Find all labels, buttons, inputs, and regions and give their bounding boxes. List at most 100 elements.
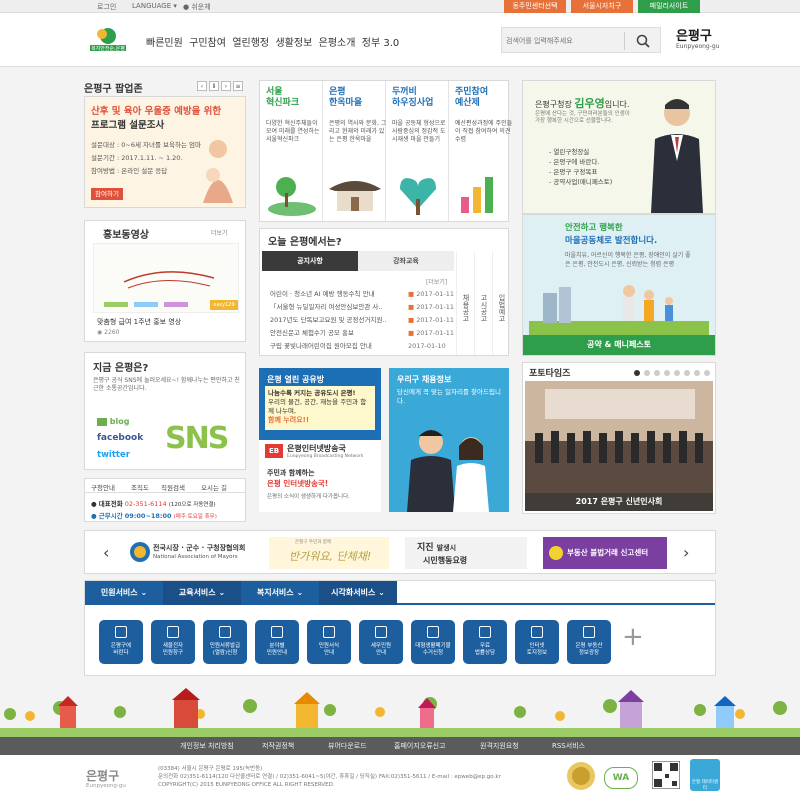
footer-report-link[interactable]: 홈페이지오류신고: [394, 741, 446, 751]
tab-notice[interactable]: 공지사항: [262, 251, 358, 271]
banner-prev-icon[interactable]: ‹: [103, 543, 109, 562]
tab-directions[interactable]: 오시는 길: [201, 482, 227, 492]
tab-lecture[interactable]: 강좌교육: [358, 251, 454, 271]
notice-date: 2017-01-10: [408, 342, 446, 350]
footer-viewer-link[interactable]: 뷰어다운로드: [328, 741, 367, 751]
banner-earthquake[interactable]: 지진 발생시 시민행동요령: [405, 537, 527, 569]
popup-line2: 설문기간 : 2017.1.11. ~ 1.20.: [91, 154, 183, 162]
tab-org-chart[interactable]: 조직도: [131, 482, 149, 492]
service-waste-button[interactable]: 대형생활폐기물 수거신청: [411, 620, 455, 664]
quick-tile-innovation-park[interactable]: 서울 혁신파크 다양한 혁신주체들이 모여 미래를 연성하는 서울혁신파크: [260, 81, 323, 221]
notice-title: 어린이 · 청소년 AI 예방 행동수칙 안내: [270, 290, 375, 298]
quick-tile-participatory-budget[interactable]: 주민참여 예산제 예산편성과정에 주민들이 직접 참여하여 의견수렴: [449, 81, 512, 221]
banner-realestate[interactable]: 부동산 불법거래 신고센터: [543, 537, 667, 569]
seoul-district-button[interactable]: 서울시자치구: [571, 0, 633, 13]
list-icon[interactable]: ≡: [233, 81, 243, 91]
tab-civil-service[interactable]: 민원서비스 ⌄: [85, 581, 163, 605]
promo-video-thumb[interactable]: easy129: [93, 243, 239, 313]
prev-arrow-icon[interactable]: ‹: [197, 81, 207, 91]
popup-banner[interactable]: 산후 및 육아 우울증 예방을 위한 프로그램 설문조사 설문대상 : 0~6세…: [84, 96, 246, 208]
service-document-button[interactable]: 민원서류발급 (열람)신청: [203, 620, 247, 664]
photo-pager[interactable]: [633, 369, 711, 379]
mayor-menu-item[interactable]: - 열린구청장실: [549, 147, 612, 157]
footer-remote-link[interactable]: 원격지원요청: [480, 741, 519, 751]
footer-privacy-link[interactable]: 개인정보 처리방침: [180, 741, 234, 751]
side-tab-notices[interactable]: 고시공고: [474, 251, 492, 355]
banner-mayors[interactable]: 전국시장 · 군수 · 구청장협의회 National Association …: [129, 539, 249, 567]
service-realestate-button[interactable]: 은평 부동산 정보광장: [567, 620, 611, 664]
main-nav[interactable]: 빠른민원 구민참여 열린행정 생활정보 은평소개 정부 3.0: [146, 34, 399, 49]
footer-copyright-link[interactable]: 저작권정책: [262, 741, 294, 751]
tab-staff-search[interactable]: 직원검색: [161, 482, 185, 492]
tab-education-service[interactable]: 교육서비스 ⌄: [163, 581, 241, 605]
service-wish-button[interactable]: 은평구에 바란다: [99, 620, 143, 664]
list-item[interactable]: 2017년도 단독보고요원 및 공정선거지원.. ■ 2017-01-11: [270, 315, 462, 326]
easy-font-link[interactable]: ● 쉬운체: [183, 2, 211, 12]
service-legal-button[interactable]: 무료 법률상담: [463, 620, 507, 664]
tab-office-info[interactable]: 구청안내: [91, 482, 115, 492]
banner-quake-title: 지진 발생시: [417, 540, 456, 553]
footer-rss-link[interactable]: RSS서비스: [552, 741, 585, 751]
share-text3: 함께 누려요!!: [268, 416, 310, 424]
manifesto-bar[interactable]: 공약 & 매니페스토: [523, 335, 715, 355]
twitter-link[interactable]: twitter: [97, 450, 130, 460]
safety-banner[interactable]: 안전하고 행복한 마을공동체로 발전합니다. 마을치유, 어르신이 행복한 은평…: [522, 214, 716, 356]
town-decoration-icon: [0, 688, 800, 737]
next-arrow-icon[interactable]: ›: [221, 81, 231, 91]
quick-tile-toad-housing[interactable]: 두꺼비 하우징사업 마을 공동체 형성으로 사람중심의 정감적 도시재생 마을 …: [386, 81, 449, 221]
facebook-link[interactable]: facebook: [97, 433, 143, 443]
participate-button[interactable]: 참여하기: [91, 188, 123, 200]
promo-video-more[interactable]: 더보기: [211, 228, 228, 237]
list-item[interactable]: 구립 꽃빛나래어린이집 원아모집 안내 2017-01-10: [270, 341, 462, 352]
mayor-box[interactable]: 은평구청장 김우영입니다. 은평에 산다는 것, 구민여러분들의 인생이 가장 …: [522, 80, 716, 214]
banner-quake-c: 시민행동요령: [423, 556, 468, 565]
today-box: 오늘 은평에서는? 공지사항 강좌교육 [더보기] 어린이 · 청소년 AI 예…: [259, 228, 509, 356]
side-tab-legislation[interactable]: 입법예고: [492, 251, 510, 355]
list-item[interactable]: 어린이 · 청소년 AI 예방 행동수칙 안내 ■ 2017-01-11: [270, 289, 462, 300]
list-item[interactable]: 안전신문고 체험수기 공모 홍보 ■ 2017-01-11: [270, 328, 462, 339]
service-forms-button[interactable]: 민원서식 안내: [307, 620, 351, 664]
add-service-icon[interactable]: +: [622, 622, 644, 652]
site-logo[interactable]: 복지안전순,은평: [86, 25, 130, 55]
service-guide-button[interactable]: 분야별 민원안내: [255, 620, 299, 664]
login-link[interactable]: 로그인: [97, 2, 116, 12]
share-banner[interactable]: 은평 열린 공유방 나눔수록 커지는 공유도시 은평! 우리의 물건, 공간, …: [259, 368, 381, 512]
phone-icon: ●: [91, 500, 97, 508]
phone-note: (120으로 자동연결): [168, 502, 216, 508]
award-badge-icon: [567, 762, 595, 790]
photo-image[interactable]: 2017 은평구 신년인사회: [525, 381, 713, 511]
brand-logo[interactable]: 은평구: [676, 25, 712, 44]
side-tab-jobs[interactable]: 채용공고: [456, 251, 474, 355]
service-e-civil-button[interactable]: 새울전자 민원창구: [151, 620, 195, 664]
document-icon: [219, 626, 231, 638]
chevron-down-icon: ⌄: [378, 588, 385, 597]
mayor-menu-item[interactable]: - 공약사업(매니페스토): [549, 177, 612, 187]
chart-illustration-icon: [461, 177, 493, 213]
family-site-button[interactable]: 패밀리사이트: [638, 0, 700, 13]
mayor-menu-item[interactable]: - 은평구 구정목표: [549, 167, 612, 177]
notice-date: 2017-01-11: [416, 303, 455, 311]
jobs-banner[interactable]: 우리구 채용정보 당신에게 꼭 맞는 일자리를 찾아드립니다.: [389, 368, 509, 512]
language-select[interactable]: LANGUAGE ▾: [132, 2, 177, 10]
banner-welcome[interactable]: 은평구 주민과 함께 반가워요, 단체채!: [269, 537, 389, 569]
ebn-box[interactable]: EB 은평인터넷방송국 Eunpyeong Broadcasting Netwo…: [259, 440, 381, 512]
search-input[interactable]: [506, 33, 616, 48]
quick-tile-hanok-village[interactable]: 은평 한옥마을 은평의 역사와 문화, 그리고 현재의 미래가 있는 은평 한옥…: [323, 81, 386, 221]
banner-next-icon[interactable]: ›: [683, 543, 689, 562]
mayor-menu-item[interactable]: - 은평구에 바란다.: [549, 157, 612, 167]
search-icon[interactable]: [636, 34, 650, 48]
service-land-button[interactable]: 인터넷 토지정보: [515, 620, 559, 664]
cloud-badge[interactable]: 은평 데이터센터: [690, 759, 720, 791]
tab-welfare-service[interactable]: 복지서비스 ⌄: [241, 581, 319, 605]
service-tax-button[interactable]: 세무민원 안내: [359, 620, 403, 664]
blog-link[interactable]: blog: [97, 417, 130, 426]
list-item[interactable]: 「서울형 뉴딜일자리 여성안심보안관 사.. ■ 2017-01-11: [270, 302, 462, 313]
tab-visual-service[interactable]: 시각화서비스 ⌄: [319, 581, 397, 605]
promo-video-caption[interactable]: 맞춤형 급여 1주년 홍보 영상: [97, 317, 181, 327]
ebn-title: 은평인터넷방송국: [287, 444, 346, 453]
today-more[interactable]: [더보기]: [426, 277, 447, 286]
dong-center-button[interactable]: 동주민센터선택: [504, 0, 566, 13]
quick-tile-desc: 은평의 역사와 문화, 그리고 현재의 미래가 있는 은평 한옥마을: [329, 120, 387, 143]
pause-icon[interactable]: Ⅱ: [209, 81, 219, 91]
brand-logo-en: Eunpyeong-gu: [676, 43, 720, 50]
